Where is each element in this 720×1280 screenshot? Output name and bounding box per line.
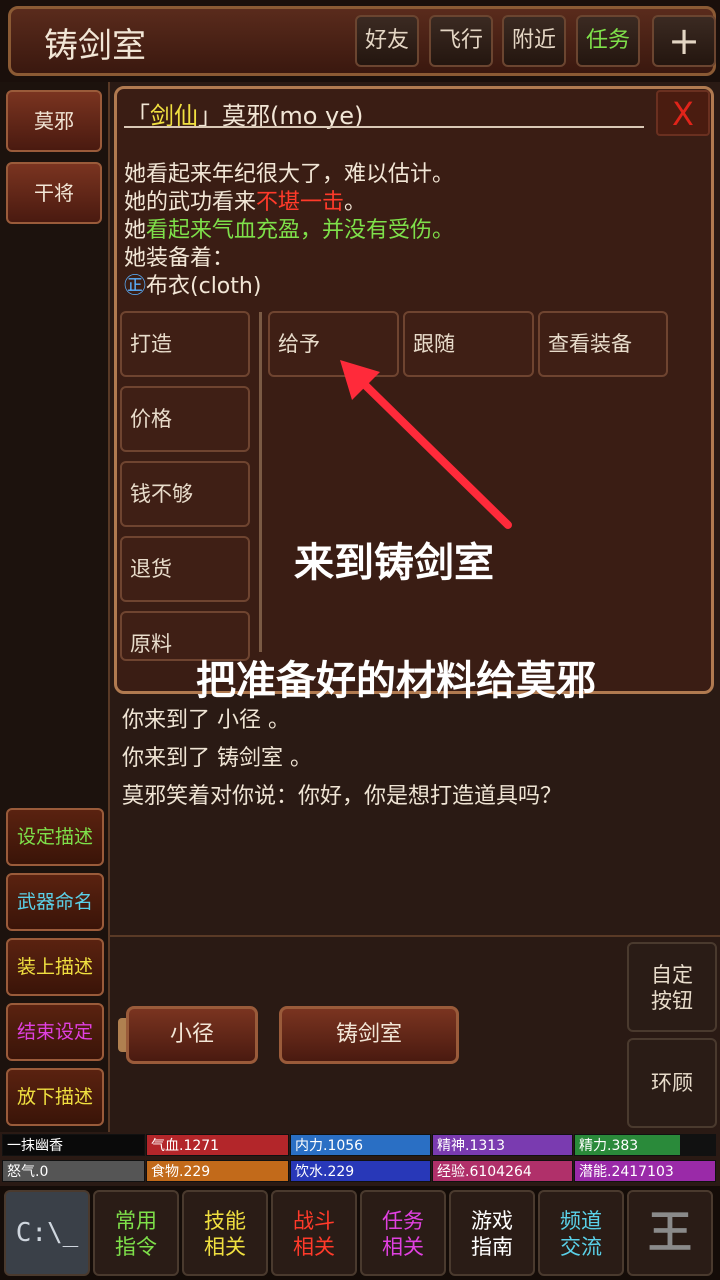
stat-internal-force: 内力.1056 [290,1134,431,1156]
exit-path-button[interactable]: 小径 [126,1006,258,1064]
stat-food: 食物.229 [146,1160,289,1182]
forge-command[interactable]: 打造 [120,311,250,377]
stat-hp: 气血.1271 [146,1134,289,1156]
nav-quests[interactable]: 任务 相关 [360,1190,446,1276]
npc-equipment-item: ㊣布衣(cloth) [124,274,262,299]
end-settings-button[interactable]: 结束设定 [6,1003,104,1061]
nav-combat[interactable]: 战斗 相关 [271,1190,357,1276]
unequip-description-button[interactable]: 放下描述 [6,1068,104,1126]
command-divider [259,312,262,652]
friends-button[interactable]: 好友 [355,15,419,67]
price-command[interactable]: 价格 [120,386,250,452]
message-line: 你来到了 铸剑室 。 [122,746,312,771]
stat-experience: 经验.6104264 [432,1160,573,1182]
settings-gear-icon[interactable]: 王 [627,1190,713,1276]
return-command[interactable]: 退货 [120,536,250,602]
annotation-give: 把准备好的材料给莫邪 [196,658,596,704]
plus-button[interactable]: + [652,15,716,67]
nearby-button[interactable]: 附近 [502,15,566,67]
dialog-divider [124,126,644,128]
not-enough-money-command[interactable]: 钱不够 [120,461,250,527]
stat-potential: 潜能.2417103 [574,1160,716,1182]
stat-rage: 怒气.0 [2,1160,145,1182]
annotation-arrow-icon [340,360,512,529]
npc-button-moye[interactable]: 莫邪 [6,90,102,152]
view-equipment-button[interactable]: 查看装备 [538,311,668,377]
set-description-button[interactable]: 设定描述 [6,808,104,866]
close-button[interactable]: X [656,90,710,136]
equipped-mark-icon: ㊣ [124,274,147,299]
nav-channels[interactable]: 频道 交流 [538,1190,624,1276]
annotation-arrive: 来到铸剑室 [294,540,494,586]
npc-button-ganjiang[interactable]: 干将 [6,162,102,224]
player-name: 一抹幽香 [2,1134,145,1156]
exit-divider [110,935,720,937]
nav-skills[interactable]: 技能 相关 [182,1190,268,1276]
look-around-button[interactable]: 环顾 [627,1038,717,1128]
weapon-name-button[interactable]: 武器命名 [6,873,104,931]
stat-water: 饮水.229 [290,1160,431,1182]
custom-button[interactable]: 自定 按钮 [627,942,717,1032]
room-title: 铸剑室 [44,26,146,66]
nav-game-guide[interactable]: 游戏 指南 [449,1190,535,1276]
exit-forge-room-button[interactable]: 铸剑室 [279,1006,459,1064]
fly-button[interactable]: 飞行 [429,15,493,67]
message-line: 你来到了 小径 。 [122,708,290,733]
quest-button[interactable]: 任务 [576,15,640,67]
nav-common-commands[interactable]: 常用 指令 [93,1190,179,1276]
equip-description-button[interactable]: 装上描述 [6,938,104,996]
console-icon[interactable]: C:\_ [4,1190,90,1276]
stat-energy: 精力.383 [574,1134,716,1156]
message-line: 莫邪笑着对你说：你好，你是想打造道具吗？ [122,784,563,809]
stat-spirit: 精神.1313 [432,1134,573,1156]
